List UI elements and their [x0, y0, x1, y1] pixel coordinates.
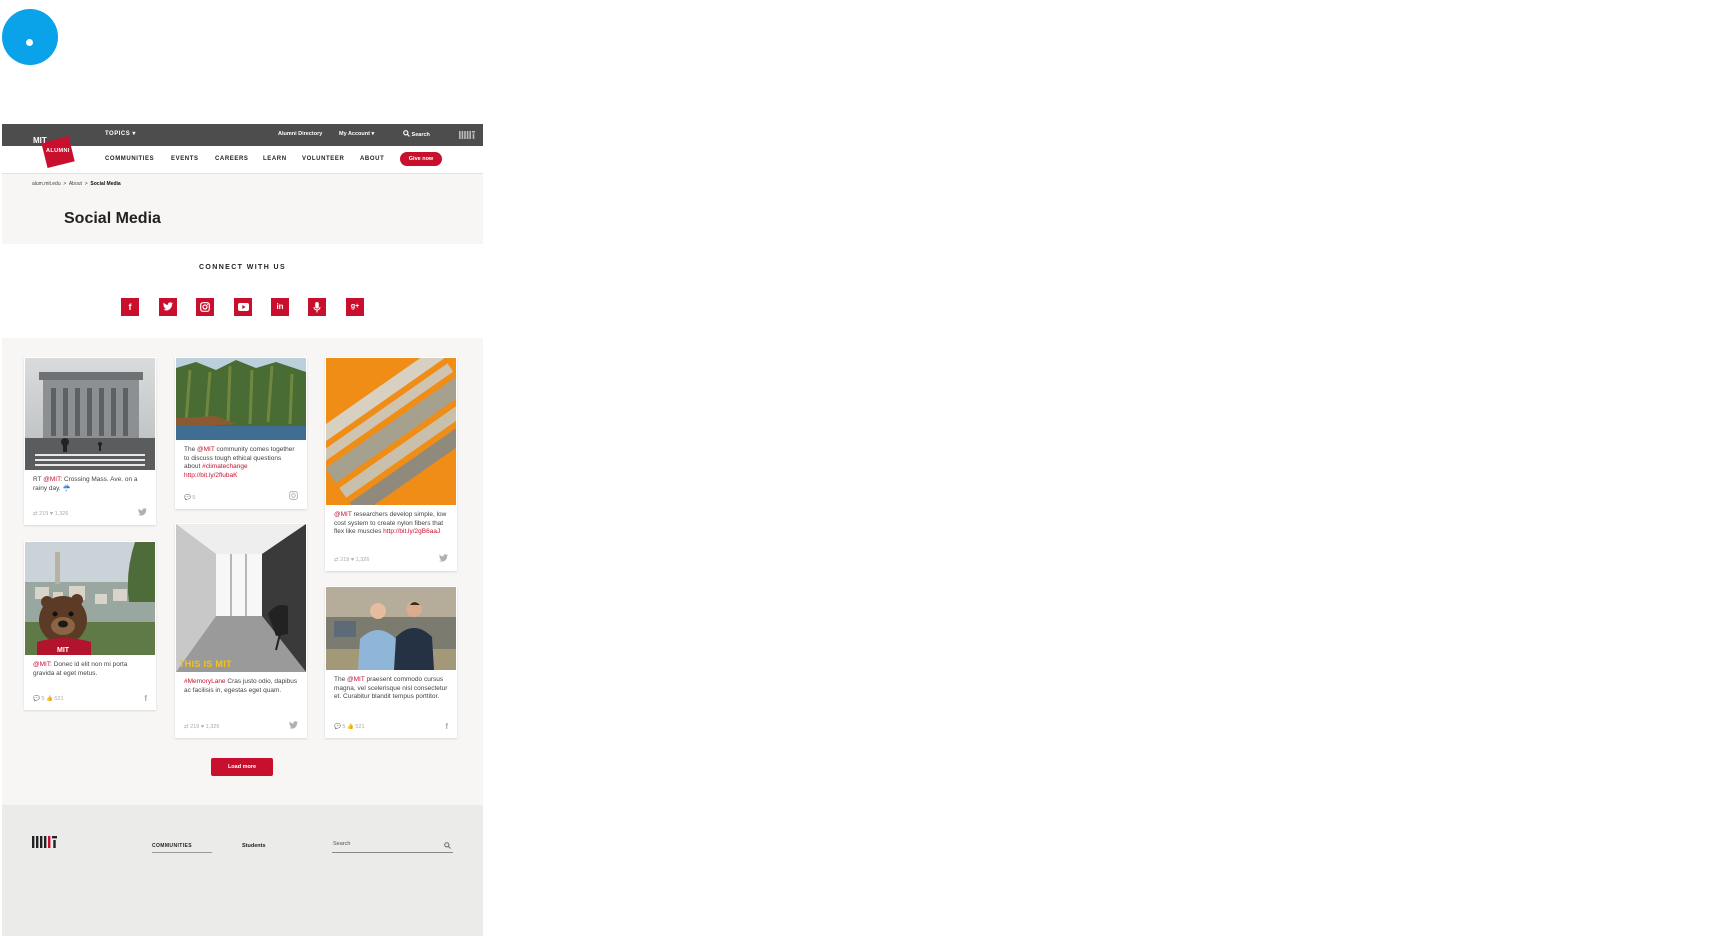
social-card[interactable]: The @MIT community comes together to dis…: [175, 357, 307, 509]
search-label: Search: [411, 132, 430, 138]
card-handle[interactable]: @MIT: [43, 476, 60, 483]
nav-learn[interactable]: LEARN: [263, 156, 287, 162]
googleplus-icon[interactable]: g+: [346, 298, 364, 316]
give-now-button[interactable]: Give now: [400, 152, 442, 166]
logo-alumni-text: ALUMNI: [46, 148, 70, 154]
instagram-icon[interactable]: [196, 298, 214, 316]
twitter-icon: [289, 721, 298, 731]
twitter-icon: [138, 508, 147, 518]
nav-about[interactable]: ABOUT: [360, 156, 384, 162]
connect-title: CONNECT WITH US: [198, 264, 287, 271]
breadcrumb-current: Social Media: [90, 181, 121, 187]
my-account-menu[interactable]: My Account ▾: [339, 131, 374, 137]
card-handle[interactable]: @MIT: [33, 661, 50, 668]
card-link[interactable]: http://bit.ly/2flubaK: [184, 472, 237, 479]
card-handle[interactable]: @MIT: [347, 676, 365, 683]
card-text: @MIT: Donec id elit non mi porta gravida…: [33, 661, 128, 677]
facebook-icon: f: [445, 722, 448, 731]
card-stats: ⇄ 219 ♥ 1,326: [334, 557, 370, 563]
card-text: The @MIT community comes together to dis…: [184, 446, 295, 479]
card-handle[interactable]: #MemoryLane: [184, 678, 226, 685]
breadcrumb-separator: >: [84, 181, 88, 187]
card-image-cliffs: [176, 358, 306, 440]
page-frame: TOPICS ▾ Alumni Directory My Account ▾ S…: [2, 124, 483, 936]
card-link[interactable]: http://bit.ly/2gB6aaJ: [383, 528, 440, 535]
podcast-icon[interactable]: [308, 298, 326, 316]
social-card[interactable]: MIT @MIT: Donec id elit non mi porta gra…: [24, 541, 156, 710]
card-image-fibers: [326, 358, 456, 505]
nav-communities[interactable]: COMMUNITIES: [105, 156, 154, 162]
breadcrumb-about[interactable]: About: [69, 181, 82, 187]
logo-mit-text: MIT: [33, 136, 47, 145]
footer-divider: [152, 852, 212, 853]
nav-events[interactable]: EVENTS: [171, 156, 199, 162]
twitter-icon: [439, 554, 448, 564]
nav-volunteer[interactable]: VOLUNTEER: [302, 156, 344, 162]
card-hashtag[interactable]: #climatechange: [202, 463, 248, 470]
card-image-corridor: THIS IS MIT: [176, 524, 306, 672]
facebook-icon: f: [144, 694, 147, 703]
footer: COMMUNITIES Students Search: [2, 805, 483, 936]
card-image-caption: THIS IS MIT: [179, 659, 232, 669]
footer-search-placeholder: Search: [333, 841, 351, 847]
card-image-researchers: [326, 587, 456, 670]
topics-menu[interactable]: TOPICS ▾: [105, 130, 136, 137]
instagram-icon: [289, 491, 298, 502]
mit-footer-logo-icon[interactable]: [32, 836, 57, 848]
card-image-beaver: MIT: [25, 542, 155, 655]
search-link[interactable]: Search: [403, 130, 430, 138]
card-handle[interactable]: @MIT: [197, 446, 215, 453]
social-card[interactable]: THIS IS MIT #MemoryLane Cras justo odio,…: [175, 523, 307, 738]
svg-text:MIT: MIT: [57, 647, 70, 654]
page-title: Social Media: [64, 210, 161, 227]
card-image-building: [25, 358, 155, 470]
facebook-icon[interactable]: f: [121, 298, 139, 316]
footer-search-input[interactable]: Search: [332, 840, 453, 853]
card-handle[interactable]: @MIT: [334, 511, 352, 518]
social-card[interactable]: The @MIT praesent commodo cursus magna, …: [325, 586, 457, 738]
connect-section: CONNECT WITH US f in g+: [2, 244, 483, 338]
card-stats: ⇄ 219 ♥ 1,326: [33, 511, 69, 517]
mit-alumni-logo[interactable]: MIT ALUMNI: [30, 133, 78, 169]
card-text: RT @MIT: Crossing Mass. Ave. on a rainy …: [33, 476, 138, 492]
card-text: #MemoryLane Cras justo odio, dapibus ac …: [184, 678, 298, 694]
linkedin-icon[interactable]: in: [271, 298, 289, 316]
cursor-indicator: [2, 9, 58, 65]
card-text: @MIT researchers develop simple, low cos…: [334, 511, 447, 536]
social-card[interactable]: RT @MIT: Crossing Mass. Ave. on a rainy …: [24, 357, 156, 525]
footer-students-link[interactable]: Students: [242, 843, 266, 849]
load-more-button[interactable]: Load more: [211, 758, 273, 776]
youtube-icon[interactable]: [234, 298, 252, 316]
social-card[interactable]: @MIT researchers develop simple, low cos…: [325, 357, 457, 571]
breadcrumb-separator: >: [63, 181, 67, 187]
card-stats: 💬 5: [184, 495, 196, 501]
nav-careers[interactable]: CAREERS: [215, 156, 249, 162]
card-text: The @MIT praesent commodo cursus magna, …: [334, 676, 448, 701]
search-icon: [403, 130, 410, 137]
card-stats: 💬 5 👍 521: [33, 696, 64, 702]
alumni-directory-link[interactable]: Alumni Directory: [278, 131, 322, 137]
card-stats: ⇄ 219 ♥ 1,326: [184, 724, 220, 730]
breadcrumb: alum.mit.edu > About > Social Media: [32, 181, 121, 187]
footer-communities[interactable]: COMMUNITIES: [152, 843, 192, 849]
twitter-icon[interactable]: [159, 298, 177, 316]
card-stats: 💬 5 👍 521: [334, 724, 365, 730]
breadcrumb-home[interactable]: alum.mit.edu: [32, 181, 61, 187]
mit-wordmark-icon: [459, 131, 475, 139]
search-icon[interactable]: [444, 842, 451, 849]
